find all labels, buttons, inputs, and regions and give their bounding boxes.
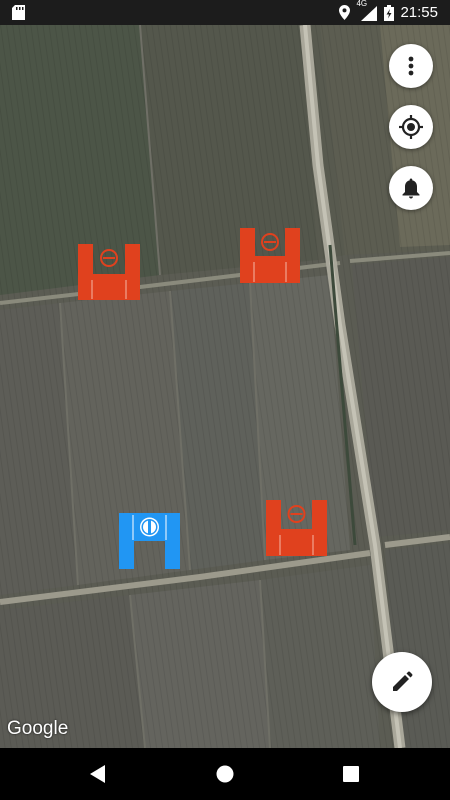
blue-gate-marker[interactable] [119,513,180,569]
satellite-map[interactable]: Google [0,25,450,748]
edit-button[interactable] [372,652,432,712]
signal-icon [361,5,378,21]
satellite-imagery [0,25,450,748]
location-icon [339,5,351,20]
home-icon[interactable] [216,765,234,783]
status-bar: 4G 21:55 [0,0,450,25]
red-gate-marker[interactable] [266,500,327,556]
alarm-button[interactable] [389,166,433,210]
red-gate-marker[interactable] [78,244,140,300]
more-vert-icon [408,56,414,76]
bell-icon [402,178,420,199]
menu-button[interactable] [389,44,433,88]
recents-icon[interactable] [343,766,359,782]
battery-charging-icon [384,4,395,21]
pencil-icon [393,671,413,691]
my-location-button[interactable] [389,105,433,149]
sd-card-icon [12,5,25,20]
my-location-icon [399,115,423,139]
google-attribution: Google [7,718,69,739]
clock: 21:55 [400,4,438,21]
navigation-bar [0,748,450,800]
back-icon[interactable] [89,764,107,784]
red-gate-marker[interactable] [240,228,300,283]
